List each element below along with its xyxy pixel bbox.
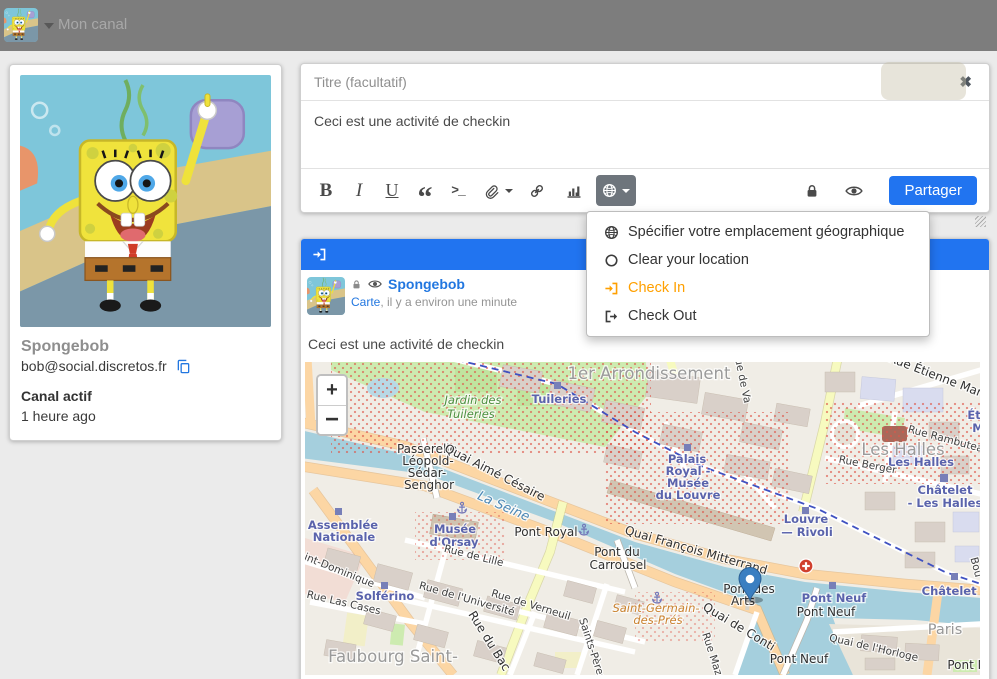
map-label: Pont Royal bbox=[514, 525, 577, 539]
quote-button[interactable]: “ bbox=[412, 176, 438, 206]
post-author-link[interactable]: Spongebob bbox=[388, 276, 465, 292]
poll-button[interactable] bbox=[561, 176, 587, 206]
globe-icon bbox=[604, 225, 619, 240]
hospital-icon bbox=[799, 559, 813, 573]
location-menu-button[interactable] bbox=[596, 175, 636, 206]
attach-file-button[interactable] bbox=[484, 176, 513, 206]
eye-icon bbox=[845, 182, 863, 200]
map-label: 1er Arrondissement bbox=[568, 364, 732, 383]
map-zoom-control: + − bbox=[316, 374, 348, 436]
navbar-channel-avatar[interactable] bbox=[4, 8, 38, 42]
map-label: Éti bbox=[967, 407, 980, 422]
navbar-channel-caret-icon[interactable] bbox=[44, 23, 54, 29]
link-icon bbox=[529, 183, 545, 199]
menu-item-label: Clear your location bbox=[628, 252, 749, 268]
map-label: Tuileries bbox=[532, 392, 587, 406]
lock-icon bbox=[804, 183, 820, 199]
preview-button[interactable] bbox=[841, 176, 867, 206]
map-label: Pont Neuf bbox=[802, 591, 868, 605]
map-label: Les Halles bbox=[888, 455, 954, 469]
profile-address: bob@social.discretos.fr bbox=[21, 358, 167, 374]
globe-icon bbox=[602, 183, 617, 198]
spongebob-avatar-small bbox=[307, 277, 345, 315]
map-label: du Louvre bbox=[656, 488, 721, 502]
share-button[interactable]: Partager bbox=[889, 176, 977, 205]
underline-button[interactable]: U bbox=[379, 176, 405, 206]
zoom-out-button[interactable]: − bbox=[318, 405, 346, 434]
sign-out-icon bbox=[604, 309, 619, 324]
code-button[interactable]: >_ bbox=[445, 176, 471, 206]
map-label: Senghor bbox=[404, 478, 454, 492]
map-label: Tuileries bbox=[447, 407, 495, 421]
menu-item-label: Spécifier votre emplacement géographique bbox=[628, 224, 904, 240]
leaflet-map[interactable]: 1er ArrondissementJardin desTuileriesTui… bbox=[305, 362, 980, 675]
menu-item-label: Check Out bbox=[628, 308, 697, 324]
menu-item-label: Check In bbox=[628, 280, 685, 296]
editor-toolbar: B I U “ >_ Partager bbox=[301, 168, 989, 212]
map-label: Faubourg Saint- bbox=[328, 647, 458, 666]
navbar: Mon canal bbox=[0, 0, 997, 51]
eye-icon bbox=[368, 277, 382, 291]
editor-body-textarea[interactable]: Ceci est une activité de checkin bbox=[301, 101, 989, 167]
map-canvas: 1er ArrondissementJardin desTuileriesTui… bbox=[305, 362, 980, 675]
map-label: Musée bbox=[434, 522, 476, 536]
profile-status-label: Canal actif bbox=[21, 388, 281, 404]
sign-in-icon bbox=[312, 247, 327, 262]
menu-item-check-out[interactable]: Check Out bbox=[587, 302, 929, 330]
textarea-resize-handle[interactable] bbox=[975, 216, 986, 227]
zoom-in-button[interactable]: + bbox=[318, 376, 346, 405]
insert-link-button[interactable] bbox=[524, 176, 550, 206]
map-label: des-Prés bbox=[633, 613, 682, 627]
map-label: Paris bbox=[928, 622, 963, 638]
menu-item-clear-location[interactable]: Clear your location bbox=[587, 246, 929, 274]
italic-button[interactable]: I bbox=[346, 176, 372, 206]
lock-icon bbox=[351, 279, 362, 290]
copy-address-icon[interactable] bbox=[176, 359, 191, 374]
map-label: Pont N bbox=[947, 658, 980, 672]
bar-chart-icon bbox=[566, 183, 582, 199]
post-timestamp: , il y a environ une minute bbox=[380, 295, 517, 309]
circle-o-icon bbox=[604, 253, 619, 268]
map-label: - Les Halles bbox=[908, 496, 980, 510]
profile-status-time: 1 heure ago bbox=[21, 408, 281, 424]
map-label: — Rivoli bbox=[781, 525, 833, 539]
sign-in-icon bbox=[604, 281, 619, 296]
map-label: Louvre bbox=[784, 512, 829, 526]
editor-title-input[interactable] bbox=[314, 74, 954, 90]
map-label: M bbox=[972, 421, 980, 435]
permissions-lock-button[interactable] bbox=[799, 176, 825, 206]
bold-button[interactable]: B bbox=[313, 176, 339, 206]
menu-item-check-in[interactable]: Check In bbox=[587, 274, 929, 302]
tooltip-remnant bbox=[881, 62, 966, 100]
map-label: Jardin des bbox=[443, 393, 502, 407]
map-label: Pont Neuf bbox=[797, 605, 856, 619]
map-label: Nationale bbox=[313, 530, 376, 544]
map-label: Carrousel bbox=[589, 558, 646, 572]
post-location-link[interactable]: Carte bbox=[351, 295, 380, 309]
paperclip-icon bbox=[484, 183, 500, 199]
post-author-avatar[interactable] bbox=[307, 277, 345, 315]
profile-name: Spongebob bbox=[21, 338, 281, 356]
spongebob-avatar-small bbox=[4, 8, 38, 42]
map-label: Châtelet – bbox=[922, 584, 980, 598]
menu-item-set-location[interactable]: Spécifier votre emplacement géographique bbox=[587, 218, 929, 246]
chevron-down-icon bbox=[505, 189, 513, 193]
map-label: Châtelet bbox=[918, 483, 973, 497]
profile-photo bbox=[20, 75, 271, 327]
profile-card: Spongebob bob@social.discretos.fr Canal … bbox=[9, 64, 282, 441]
chevron-down-icon bbox=[622, 189, 630, 193]
map-label: Pont Neuf bbox=[770, 652, 829, 666]
navbar-channel-title[interactable]: Mon canal bbox=[58, 16, 127, 33]
map-label: Pont du bbox=[594, 545, 640, 559]
location-dropdown-menu: Spécifier votre emplacement géographique… bbox=[586, 211, 930, 337]
